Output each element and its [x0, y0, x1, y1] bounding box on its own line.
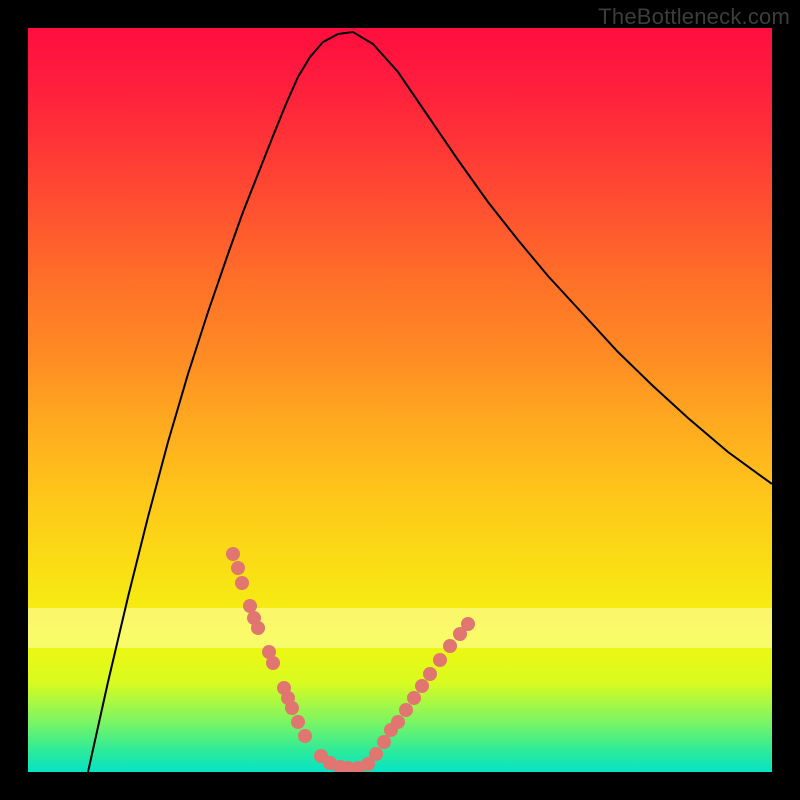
bottleneck-curve-path [88, 32, 772, 772]
data-marker [415, 679, 429, 693]
data-marker [291, 715, 305, 729]
chart-svg [28, 28, 772, 772]
data-marker [423, 667, 437, 681]
data-marker [235, 576, 249, 590]
data-marker [407, 691, 421, 705]
data-marker [298, 729, 312, 743]
data-marker [369, 747, 383, 761]
data-marker [399, 703, 413, 717]
data-marker [226, 547, 240, 561]
marker-group [226, 547, 475, 772]
data-marker [266, 656, 280, 670]
data-marker [243, 599, 257, 613]
watermark-text: TheBottleneck.com [598, 4, 790, 30]
data-marker [443, 639, 457, 653]
data-marker [433, 653, 447, 667]
data-marker [391, 715, 405, 729]
data-marker [377, 735, 391, 749]
data-marker [461, 617, 475, 631]
data-marker [285, 701, 299, 715]
data-marker [231, 561, 245, 575]
data-marker [251, 621, 265, 635]
